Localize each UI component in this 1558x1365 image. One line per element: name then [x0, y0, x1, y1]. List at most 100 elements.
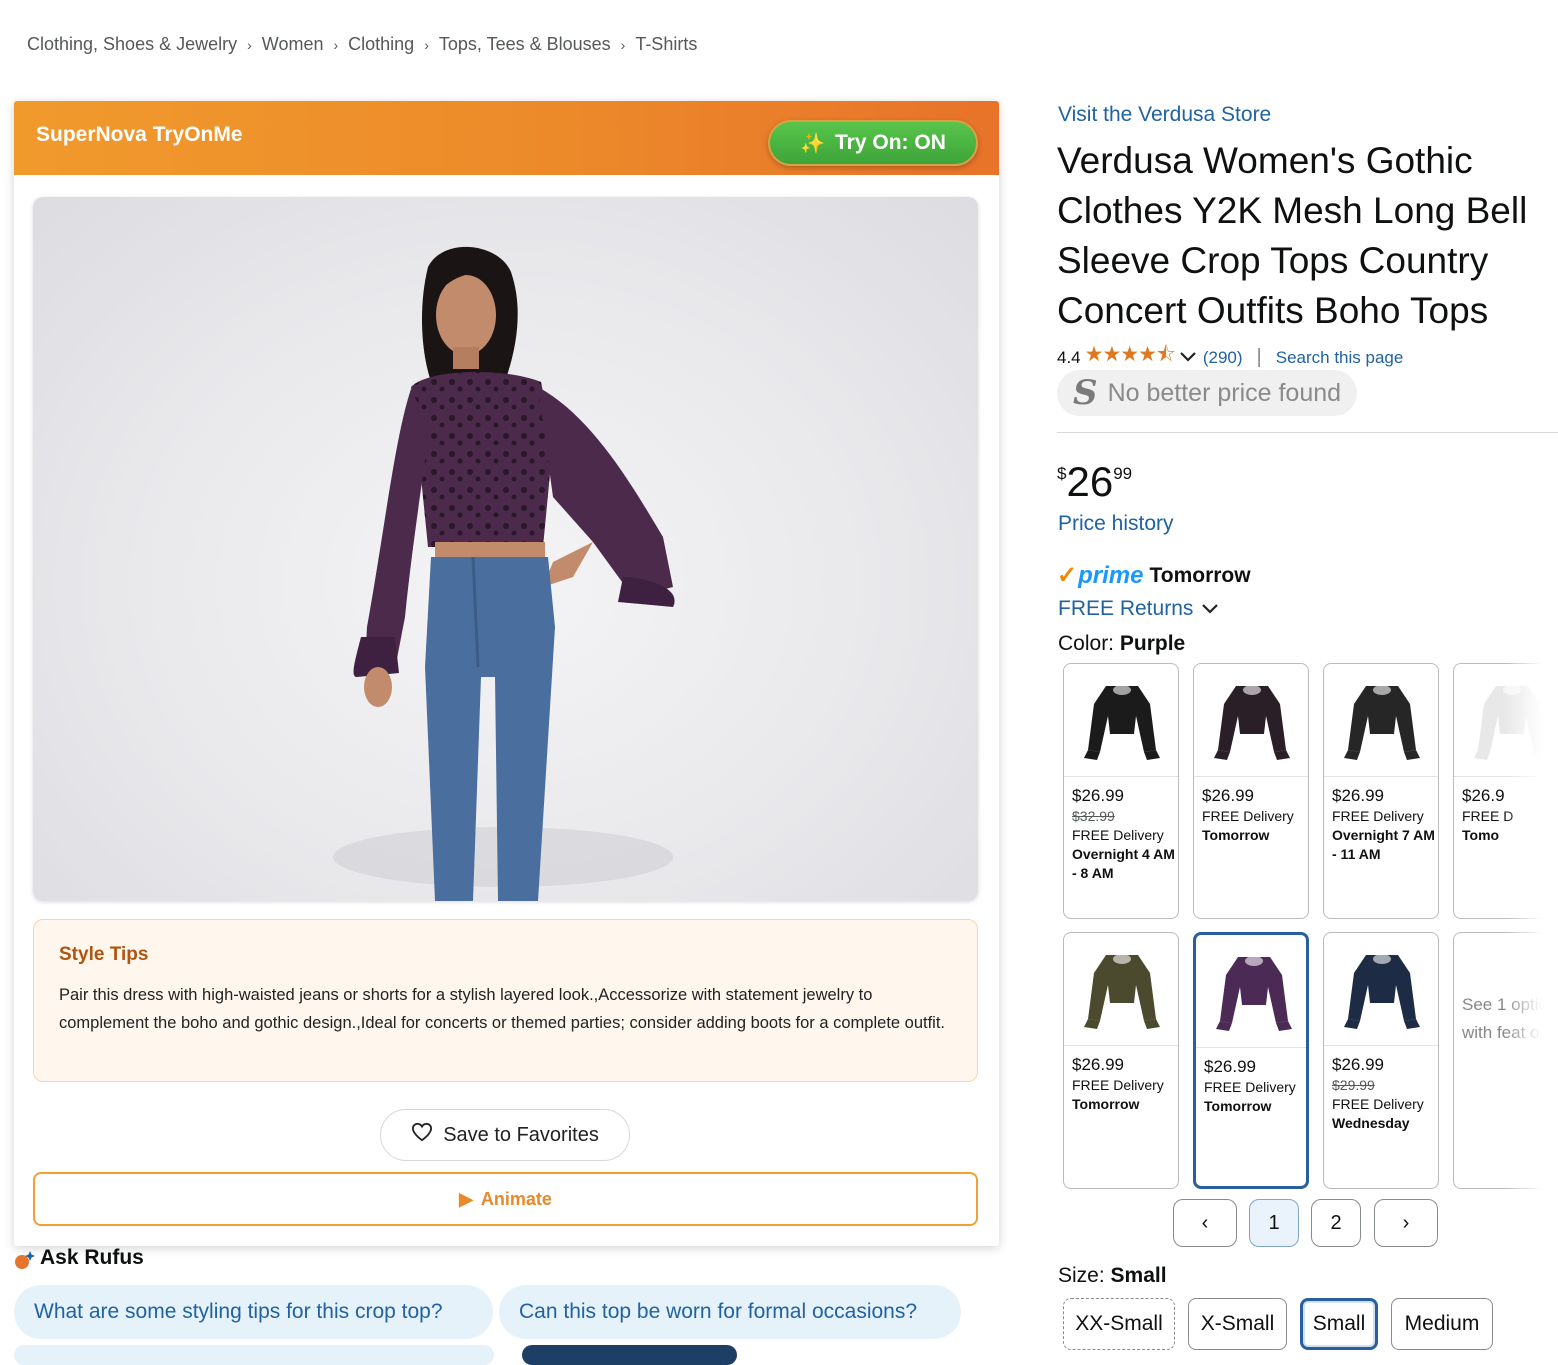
price-whole: 26 — [1066, 458, 1114, 505]
swatch-delivery: FREE Delivery — [1072, 1077, 1164, 1093]
swatch-info: $26.99 $32.99 FREE Delivery Overnight 4 AM … — [1064, 777, 1178, 883]
size-option-label: Medium — [1404, 1312, 1480, 1335]
swatch-delivery: FREE Delivery — [1204, 1079, 1296, 1095]
prime-delivery-when: Tomorrow — [1149, 563, 1251, 587]
swatch-delivery: FREE Delivery — [1202, 808, 1294, 824]
s-logo-icon: S — [1073, 373, 1098, 413]
rufus-question-text: Can this top be worn for formal occasion… — [519, 1300, 918, 1323]
save-to-favorites-button[interactable]: Save to Favorites — [380, 1109, 630, 1161]
free-returns-link[interactable]: FREE Returns — [1058, 597, 1219, 621]
chevron-down-icon — [1201, 597, 1219, 621]
rufus-icon — [14, 1249, 35, 1269]
chevron-down-icon[interactable] — [1179, 348, 1197, 368]
swatch-price: $26.99 — [1072, 786, 1124, 805]
size-option-medium[interactable]: Medium — [1391, 1298, 1493, 1350]
color-swatch[interactable]: $26.99 FREE Delivery Tomorrow — [1193, 932, 1309, 1189]
swatch-delivery-when: Tomorrow — [1204, 1098, 1272, 1114]
rufus-question-chip[interactable]: What are some styling tips for this crop… — [14, 1285, 493, 1339]
rufus-ask-button-partial[interactable] — [522, 1345, 737, 1365]
size-option-label: X-Small — [1200, 1312, 1275, 1335]
visit-store-link[interactable]: Visit the Verdusa Store — [1058, 103, 1271, 127]
pager-next-button[interactable]: › — [1374, 1199, 1438, 1247]
tryon-brand: SuperNova TryOnMe — [36, 123, 243, 146]
try-on-toggle[interactable]: ✨ Try On: ON — [768, 120, 978, 166]
rating-count-link[interactable]: (290) — [1203, 348, 1243, 368]
ask-rufus-title: Ask Rufus — [40, 1246, 144, 1269]
swatch-info: $26.99 FREE Delivery Tomorrow — [1064, 1046, 1178, 1114]
swatch-delivery: FREE Delivery — [1332, 808, 1424, 824]
size-value: Small — [1110, 1264, 1167, 1287]
swatch-info: $26.99 FREE Delivery Tomorrow — [1196, 1048, 1306, 1116]
price-currency: $ — [1057, 464, 1067, 483]
sparkle-icon: ✨ — [800, 132, 826, 155]
swatch-delivery-when: Tomorrow — [1072, 1096, 1140, 1112]
color-swatch[interactable]: $26.99 $29.99 FREE Delivery Wednesday — [1323, 932, 1439, 1189]
price-history-link[interactable]: Price history — [1058, 512, 1174, 536]
breadcrumb-item[interactable]: Women — [262, 34, 324, 55]
swatch-price: $26.99 — [1332, 1055, 1384, 1074]
swatch-thumbnail — [1324, 664, 1438, 777]
price-tracker-badge[interactable]: S No better price found — [1057, 370, 1358, 416]
size-option-label: Small — [1312, 1312, 1366, 1335]
color-label: Color: — [1058, 632, 1115, 655]
swatch-list-price: $29.99 — [1332, 1077, 1375, 1093]
ask-rufus-heading: Ask Rufus — [14, 1246, 144, 1270]
color-selection: Color: Purple — [1058, 632, 1185, 656]
breadcrumb-item[interactable]: Clothing — [348, 34, 414, 55]
rufus-question-chip[interactable]: Can this top be worn for formal occasion… — [499, 1285, 961, 1339]
rufus-question-text: What are some styling tips for this crop… — [34, 1300, 443, 1323]
breadcrumb-item[interactable]: Tops, Tees & Blouses — [439, 34, 611, 55]
tryon-header: SuperNova TryOnMe ✨ Try On: ON — [14, 101, 999, 175]
swatch-price: $26.99 — [1204, 1057, 1256, 1076]
color-swatch[interactable]: $26.99 FREE Delivery Overnight 7 AM - 11 A… — [1323, 663, 1439, 919]
chevron-right-icon: › — [1402, 1211, 1410, 1234]
tryon-photo — [33, 197, 978, 901]
try-on-toggle-label: Try On: ON — [835, 131, 946, 154]
style-tips-title: Style Tips — [59, 944, 149, 965]
price: $ 26 99 — [1057, 458, 1132, 506]
style-tips-text: Pair this dress with high-waisted jeans … — [59, 986, 946, 1032]
animate-button[interactable]: ▶ Animate — [33, 1172, 978, 1226]
swatch-thumbnail — [1064, 664, 1178, 777]
prime-logo: prime — [1078, 561, 1144, 589]
swatch-price: $26.99 — [1332, 786, 1384, 805]
size-selection: Size: Small — [1058, 1264, 1167, 1288]
swatch-list-price: $32.99 — [1072, 808, 1115, 824]
swatch-delivery: FREE Delivery — [1332, 1096, 1424, 1112]
chevron-right-icon: › — [247, 36, 252, 53]
breadcrumb-item[interactable]: T-Shirts — [635, 34, 697, 55]
divider — [1057, 432, 1558, 433]
swatch-thumbnail — [1324, 933, 1438, 1046]
prime-check-icon: ✓ — [1057, 562, 1078, 589]
pager-page-button[interactable]: 2 — [1311, 1199, 1361, 1247]
color-value: Purple — [1119, 632, 1186, 655]
pager-prev-button[interactable]: ‹ — [1173, 1199, 1237, 1247]
swatch-delivery-when: Overnight 7 AM - 11 AM — [1332, 827, 1435, 862]
size-option-x-small[interactable]: X-Small — [1188, 1298, 1287, 1350]
size-option-xx-small[interactable]: XX-Small — [1063, 1298, 1175, 1350]
rufus-question-chip-partial[interactable] — [14, 1345, 494, 1365]
save-to-favorites-label: Save to Favorites — [443, 1123, 599, 1146]
color-swatch[interactable]: $26.99 FREE Delivery Tomorrow — [1193, 663, 1309, 919]
heart-icon — [411, 1122, 433, 1148]
pager-page-button[interactable]: 1 — [1249, 1199, 1299, 1247]
no-better-price-text: No better price found — [1107, 378, 1342, 407]
size-option-small[interactable]: Small — [1300, 1298, 1378, 1350]
search-this-page-link[interactable]: Search this page — [1276, 348, 1404, 368]
size-label: Size: — [1058, 1264, 1105, 1287]
swatch-info: $26.99 FREE Delivery Overnight 7 AM - 11 A… — [1324, 777, 1438, 864]
swatch-info: $26.99 FREE Delivery Tomorrow — [1194, 777, 1308, 845]
chevron-left-icon: ‹ — [1201, 1211, 1209, 1234]
swatch-delivery-when: Tomorrow — [1202, 827, 1270, 843]
style-tips: Style Tips Pair this dress with high-wai… — [33, 919, 978, 1082]
color-swatch[interactable]: $26.99 $32.99 FREE Delivery Overnight 4 AM … — [1063, 663, 1179, 919]
swatch-thumbnail — [1064, 933, 1178, 1046]
tryon-panel: SuperNova TryOnMe ✨ Try On: ON Style Tip… — [14, 101, 999, 1246]
chevron-right-icon: › — [333, 36, 339, 53]
color-swatch[interactable]: $26.99 FREE Delivery Tomorrow — [1063, 932, 1179, 1189]
breadcrumb-item[interactable]: Clothing, Shoes & Jewelry — [27, 34, 237, 55]
swatch-price: $26.99 — [1072, 1055, 1124, 1074]
animate-label: Animate — [480, 1188, 552, 1209]
pager-page-label: 1 — [1268, 1211, 1280, 1234]
swatch-thumbnail — [1194, 664, 1308, 777]
